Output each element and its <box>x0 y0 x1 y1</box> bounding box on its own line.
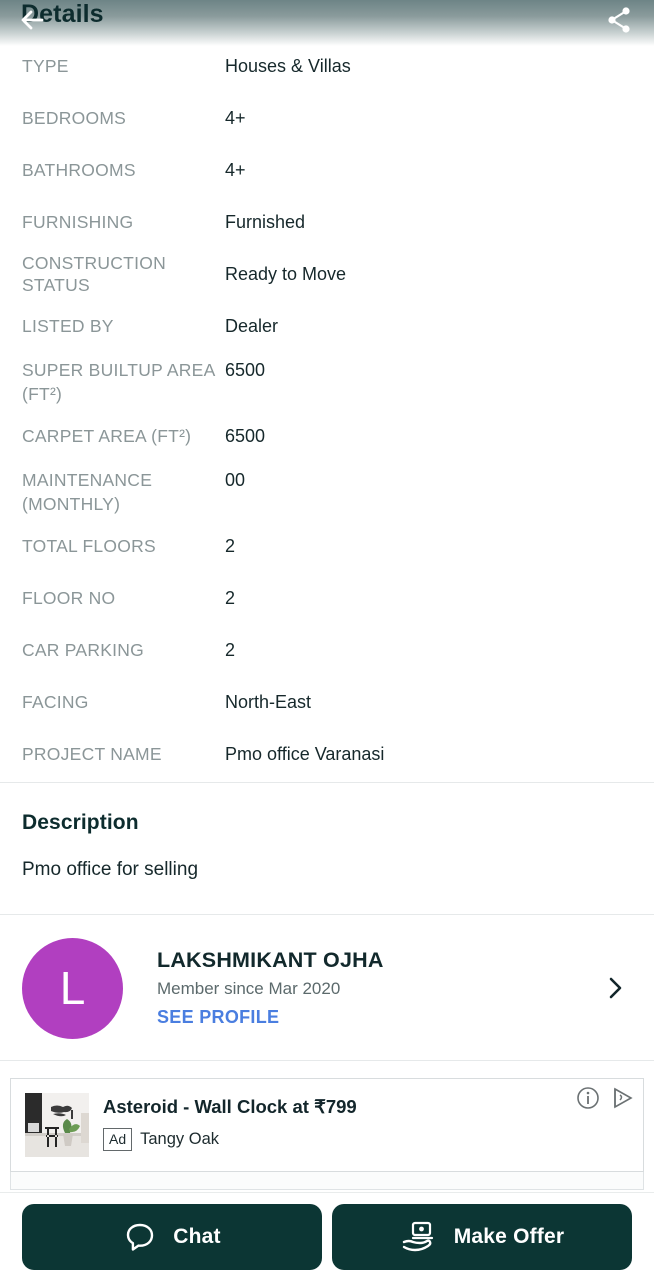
seller-name: LAKSHMIKANT OJHA <box>157 948 384 972</box>
ad-card[interactable]: Asteroid - Wall Clock at ₹799 Ad Tangy O… <box>10 1078 644 1172</box>
row-label: TOTAL FLOORS <box>22 536 156 556</box>
ad-brand: Tangy Oak <box>140 1130 219 1148</box>
see-profile-link[interactable]: SEE PROFILE <box>157 1007 604 1028</box>
row-label: CARPET AREA (FT²) <box>22 426 192 446</box>
table-row: BATHROOMS 4+ <box>0 144 654 196</box>
chat-bubble-icon <box>123 1220 157 1254</box>
advertisement[interactable]: Asteroid - Wall Clock at ₹799 Ad Tangy O… <box>0 1078 654 1190</box>
table-row: PROJECT NAME Pmo office Varanasi <box>0 728 654 780</box>
table-row: TOTAL FLOORS 2 <box>0 520 654 572</box>
table-row: BEDROOMS 4+ <box>0 92 654 144</box>
table-row: MAINTENANCE (MONTHLY) 00 <box>0 462 654 520</box>
row-label: FURNISHING <box>22 212 134 232</box>
row-label: FACING <box>22 692 89 712</box>
row-label: MAINTENANCE (MONTHLY) <box>22 470 153 514</box>
seller-info: LAKSHMIKANT OJHA Member since Mar 2020 S… <box>157 948 604 1028</box>
row-value: 2 <box>225 640 236 660</box>
share-icon[interactable] <box>602 3 636 37</box>
ad-subline: Ad Tangy Oak <box>103 1128 357 1151</box>
row-value: 2 <box>225 588 236 608</box>
app-header: Details <box>0 0 654 46</box>
adchoices-triangle-icon[interactable] <box>609 1085 635 1116</box>
row-label: PROJECT NAME <box>22 744 162 764</box>
bottom-action-bar: Chat Make Offer <box>0 1192 654 1280</box>
table-row: FURNISHING Furnished <box>0 196 654 248</box>
row-label: BATHROOMS <box>22 160 136 180</box>
row-label: CAR PARKING <box>22 640 145 660</box>
avatar: L <box>22 937 123 1039</box>
chat-button[interactable]: Chat <box>22 1203 322 1270</box>
row-label: CONSTRUCTION STATUS <box>22 253 166 295</box>
seller-card[interactable]: L LAKSHMIKANT OJHA Member since Mar 2020… <box>0 916 654 1060</box>
chat-button-label: Chat <box>173 1224 221 1248</box>
property-details-screen: TYPE Houses & Villas BEDROOMS 4+ BATHROO… <box>0 0 654 1280</box>
row-value: North-East <box>225 692 312 712</box>
ad-icons <box>575 1085 635 1116</box>
table-row: CONSTRUCTION STATUS Ready to Move <box>0 248 654 300</box>
row-label: SUPER BUILTUP AREA (FT²) <box>22 360 215 404</box>
row-value: 6500 <box>225 360 266 380</box>
description-section: Description Pmo office for selling <box>0 783 654 881</box>
table-row: CARPET AREA (FT²) 6500 <box>0 410 654 462</box>
description-text: Pmo office for selling <box>22 859 199 880</box>
row-label: TYPE <box>22 56 69 76</box>
row-value: Dealer <box>225 316 279 336</box>
row-label: BEDROOMS <box>22 108 127 128</box>
hand-money-icon <box>400 1220 438 1254</box>
arrow-left-icon[interactable] <box>16 2 56 38</box>
row-value: 4+ <box>225 108 246 128</box>
row-value: 00 <box>225 470 246 490</box>
row-value: 2 <box>225 536 236 556</box>
info-circle-icon[interactable] <box>575 1085 601 1116</box>
ad-badge: Ad <box>103 1128 133 1151</box>
ad-text: Asteroid - Wall Clock at ₹799 Ad Tangy O… <box>103 1096 357 1151</box>
row-value: Pmo office Varanasi <box>225 744 385 764</box>
table-row: FACING North-East <box>0 676 654 728</box>
row-value: Houses & Villas <box>225 56 351 76</box>
description-heading: Description <box>22 811 139 834</box>
row-label: FLOOR NO <box>22 588 116 608</box>
row-value: Ready to Move <box>225 264 347 284</box>
ad-card-secondary[interactable] <box>10 1172 644 1190</box>
make-offer-button-label: Make Offer <box>453 1224 565 1248</box>
chevron-right-icon[interactable] <box>604 975 628 1001</box>
section-divider <box>0 914 654 915</box>
row-value: Furnished <box>225 212 306 232</box>
table-row: FLOOR NO 2 <box>0 572 654 624</box>
seller-member-since: Member since Mar 2020 <box>157 979 341 998</box>
row-value: 4+ <box>225 160 246 180</box>
ad-title: Asteroid - Wall Clock at ₹799 <box>103 1096 357 1117</box>
row-label: LISTED BY <box>22 316 114 336</box>
ad-thumbnail <box>25 1093 89 1157</box>
section-divider <box>0 1060 654 1061</box>
table-row: SUPER BUILTUP AREA (FT²) 6500 <box>0 352 654 410</box>
table-row: CAR PARKING 2 <box>0 624 654 676</box>
table-row: TYPE Houses & Villas <box>0 40 654 92</box>
make-offer-button[interactable]: Make Offer <box>332 1203 632 1270</box>
details-table: TYPE Houses & Villas BEDROOMS 4+ BATHROO… <box>0 40 654 780</box>
row-value: 6500 <box>225 426 266 446</box>
table-row: LISTED BY Dealer <box>0 300 654 352</box>
